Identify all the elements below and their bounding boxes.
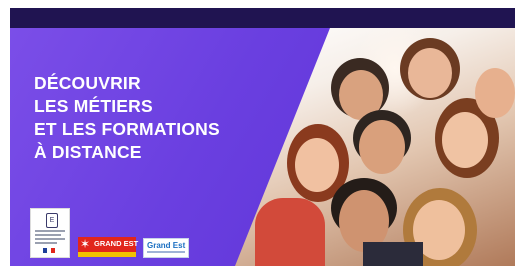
grand-est-blue-logo: Grand Est (143, 238, 189, 258)
group-selfie-photo (235, 28, 515, 266)
title-line-1: DÉCOUVRIR (34, 73, 141, 93)
title-line-3: ET LES FORMATIONS (34, 119, 220, 139)
title-line-4: À DISTANCE (34, 142, 142, 162)
star-icon: ✶ (80, 237, 91, 251)
french-flag-icon (43, 248, 55, 253)
quality-emblem-icon: E (46, 213, 58, 228)
banner-frame: DÉCOUVRIR LES MÉTIERS ET LES FORMATIONS … (10, 8, 515, 266)
grand-est-red-logo: ✶ GRAND EST (78, 237, 138, 257)
quality-label-logo: E (30, 208, 70, 258)
top-bar (10, 8, 515, 28)
title-line-2: LES MÉTIERS (34, 96, 153, 116)
promo-banner[interactable]: DÉCOUVRIR LES MÉTIERS ET LES FORMATIONS … (10, 28, 515, 266)
banner-title: DÉCOUVRIR LES MÉTIERS ET LES FORMATIONS … (34, 72, 274, 164)
